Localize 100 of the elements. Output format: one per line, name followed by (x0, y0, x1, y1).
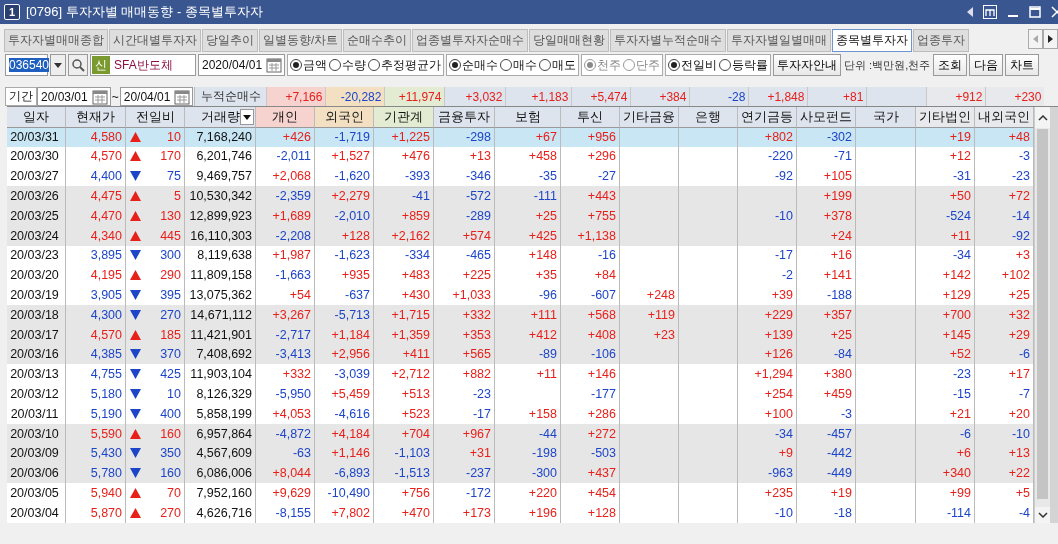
price-cell: 5,590 (66, 423, 126, 444)
net-buy-cell: +956 (561, 126, 620, 147)
net-buy-cell: +54 (256, 285, 315, 305)
date-cell: 20/03/26 (7, 186, 66, 206)
price-cell: 5,780 (66, 463, 126, 484)
date-field[interactable]: 2020/04/01 (198, 54, 286, 76)
search-button[interactable] (68, 54, 88, 76)
action-button[interactable]: 조회 (933, 54, 968, 76)
column-header[interactable]: 연기금등 (738, 107, 797, 128)
net-buy-cell: -5,950 (256, 384, 315, 404)
dropdown-icon[interactable] (240, 109, 254, 125)
net-buy-cell: +574 (434, 225, 495, 246)
tab[interactable]: 투자자별일별매매 (727, 29, 832, 52)
change-cell: 270 (160, 307, 181, 322)
net-buy-cell: -17 (434, 403, 495, 424)
column-header[interactable]: 국가 (856, 107, 916, 128)
investor-guide-button[interactable]: 투자자안내 (773, 54, 842, 76)
net-buy-cell: +12 (916, 146, 975, 167)
dropdown-button[interactable] (50, 54, 66, 76)
tab[interactable]: 일별동향/차트 (259, 29, 343, 52)
calendar-icon[interactable] (265, 56, 284, 74)
stock-name-field[interactable]: 신 SFA반도체 (90, 54, 196, 76)
end-date-field[interactable]: 20/04/01 (119, 87, 194, 106)
calendar-icon[interactable] (173, 87, 192, 106)
maximize-icon[interactable] (1029, 6, 1041, 18)
net-buy-cell: +2,956 (315, 344, 374, 365)
net-buy-cell: -465 (434, 245, 495, 266)
net-buy-cell: +199 (797, 186, 856, 206)
radio-button[interactable]: 전일비 (668, 57, 718, 73)
action-button[interactable]: 차트 (1005, 54, 1040, 76)
column-header[interactable]: 전일비 (126, 107, 185, 128)
tab[interactable]: 시간대별투자자 (109, 29, 201, 52)
change-cell: 10 (167, 129, 181, 144)
net-buy-cell: +148 (495, 245, 561, 266)
column-header[interactable]: 현재가 (66, 107, 126, 128)
price-cell: 5,190 (66, 403, 126, 424)
net-buy-cell: -10 (738, 206, 797, 226)
right-arrow-icon (1048, 35, 1053, 43)
column-header[interactable]: 기관계 (374, 107, 434, 128)
column-header[interactable]: 내외국인 (975, 107, 1034, 128)
tab[interactable]: 투자자별누적순매수 (610, 29, 727, 52)
action-button[interactable]: 다음 (969, 54, 1004, 76)
column-header[interactable]: 개인 (256, 107, 315, 128)
window-title: [0796] 투자자별 매매동향 - 종목별투자자 (26, 3, 264, 21)
column-header[interactable]: 보험 (495, 107, 561, 128)
collapse-icon[interactable] (967, 7, 973, 17)
tab[interactable]: 종목별투자자 (832, 29, 913, 52)
tab[interactable]: 당일추이 (202, 29, 258, 52)
change-cell: 425 (160, 367, 181, 382)
net-buy-cell: +225 (434, 265, 495, 286)
calendar-icon[interactable] (90, 87, 109, 106)
net-buy-cell: -2,717 (256, 324, 315, 345)
date-cell: 20/03/30 (7, 146, 66, 167)
column-header[interactable]: 기타금융 (620, 107, 679, 128)
caret-down-icon (54, 62, 62, 68)
net-buy-cell: -34 (916, 245, 975, 266)
radio-button[interactable]: 등락률 (719, 57, 769, 73)
radio-button[interactable]: 추정평균가 (368, 57, 442, 73)
net-buy-cell: +378 (797, 206, 856, 226)
memo-icon[interactable] (983, 5, 997, 19)
tab[interactable]: 업종별투자자순매수 (412, 29, 529, 52)
net-buy-cell: +1,225 (374, 126, 434, 147)
net-buy-cell: -4,872 (256, 423, 315, 444)
column-header[interactable]: 기타법인 (916, 107, 975, 128)
tab[interactable]: 당일매매현황 (529, 29, 610, 52)
column-header[interactable]: 거래량 (185, 107, 256, 128)
column-header[interactable]: 투신 (561, 107, 620, 128)
tab[interactable]: 업종투자 (913, 29, 970, 52)
start-date-field[interactable]: 20/03/01 (37, 87, 111, 106)
column-header[interactable]: 사모펀드 (797, 107, 856, 128)
vertical-scrollbar[interactable] (1034, 107, 1051, 523)
change-cell: 370 (160, 347, 181, 362)
net-buy-cell: +29 (975, 324, 1034, 345)
chevron-down-icon[interactable] (1037, 511, 1048, 518)
column-header[interactable]: 은행 (679, 107, 738, 128)
column-header[interactable]: 일자 (7, 107, 66, 128)
radio-button[interactable]: 매도 (539, 57, 577, 73)
tab[interactable]: 순매수추이 (343, 29, 412, 52)
close-icon[interactable] (1051, 6, 1058, 18)
scroll-right-button[interactable] (1043, 29, 1058, 49)
net-buy-cell: -237 (434, 463, 495, 484)
column-header[interactable]: 외국인 (315, 107, 374, 128)
net-buy-cell: +220 (495, 483, 561, 503)
radio-button[interactable]: 수량 (329, 57, 367, 73)
change-cell: 185 (160, 327, 181, 342)
radio-button[interactable]: 금액 (290, 57, 328, 73)
net-buy-cell: -41 (374, 186, 434, 206)
volume-cell: 7,952,160 (185, 483, 256, 503)
column-header[interactable]: 금융투자 (434, 107, 495, 128)
price-cell: 3,905 (66, 285, 126, 305)
date-cell: 20/03/23 (7, 245, 66, 266)
stock-code-field[interactable]: 036540 (5, 54, 48, 76)
radio-button[interactable]: 매수 (500, 57, 538, 73)
tab[interactable]: 투자자별매매종합 (4, 29, 108, 52)
chevron-up-icon[interactable] (1037, 114, 1048, 121)
net-buy-cell: +425 (495, 225, 561, 246)
net-buy-cell: +859 (374, 206, 434, 226)
date-cell: 20/03/10 (7, 423, 66, 444)
radio-button[interactable]: 순매수 (449, 57, 499, 73)
net-buy-cell: -34 (738, 423, 797, 444)
